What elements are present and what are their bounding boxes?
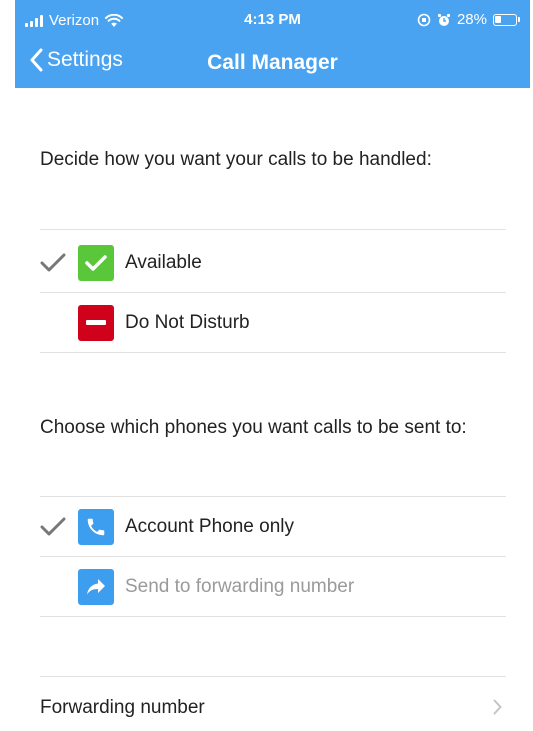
status-bar: Verizon 4:13 PM 28% — [15, 0, 530, 40]
option-do-not-disturb[interactable]: Do Not Disturb — [40, 293, 506, 353]
divider — [40, 616, 506, 617]
back-button-label: Settings — [47, 48, 123, 71]
phone-icon — [78, 509, 114, 545]
option-label: Available — [125, 252, 202, 273]
minus-icon — [78, 305, 114, 341]
status-right: 28% — [417, 11, 520, 28]
option-label: Send to forwarding number — [125, 576, 355, 597]
battery-percent: 28% — [456, 11, 487, 28]
nav-bar: Settings Call Manager — [15, 40, 530, 88]
option-available[interactable]: Available — [40, 233, 506, 293]
divider — [40, 229, 506, 230]
forwarding-number-row[interactable]: Forwarding number — [40, 678, 506, 731]
divider — [40, 676, 506, 677]
selected-checkmark-icon — [40, 515, 70, 539]
option-account-phone-only[interactable]: Account Phone only — [40, 497, 506, 557]
phone-screen: Verizon 4:13 PM 28% Settings Call Manage… — [15, 0, 530, 731]
checkmark-icon — [78, 245, 114, 281]
chevron-right-icon — [493, 699, 502, 720]
divider — [40, 352, 506, 353]
alarm-icon — [437, 13, 451, 27]
selected-checkmark-icon — [40, 251, 70, 275]
header: Verizon 4:13 PM 28% Settings Call Manage… — [15, 0, 530, 88]
routing-heading: Choose which phones you want calls to be… — [40, 417, 467, 438]
back-button[interactable]: Settings — [29, 48, 123, 72]
orientation-lock-icon — [417, 13, 431, 27]
forwarding-number-label: Forwarding number — [40, 697, 205, 718]
battery-icon — [493, 13, 520, 26]
option-label: Account Phone only — [125, 516, 295, 537]
forward-arrow-icon — [78, 569, 114, 605]
chevron-left-icon — [29, 48, 43, 72]
option-send-to-forwarding-number[interactable]: Send to forwarding number — [40, 557, 506, 617]
availability-heading: Decide how you want your calls to be han… — [40, 149, 432, 170]
option-label: Do Not Disturb — [125, 312, 250, 333]
